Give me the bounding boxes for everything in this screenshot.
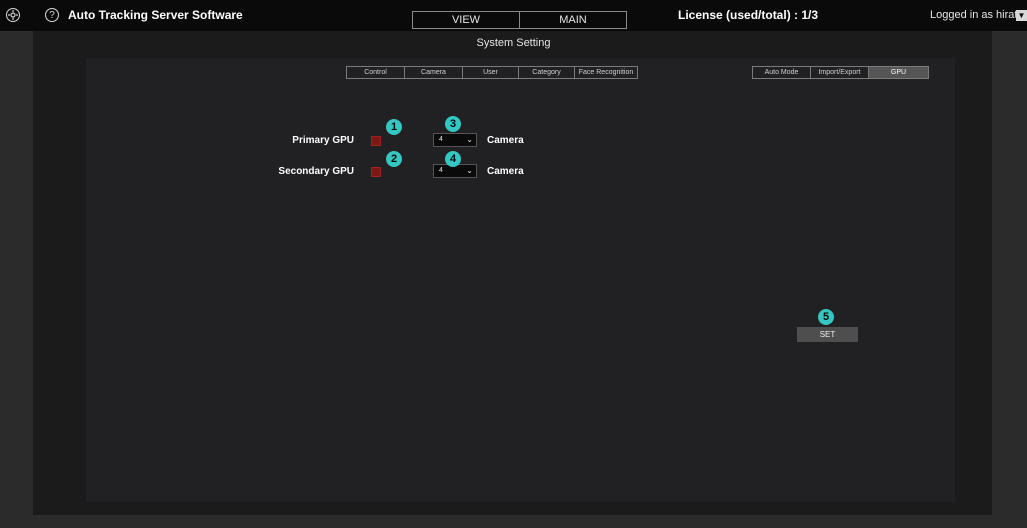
secondary-gpu-checkbox[interactable] [371,167,381,177]
primary-gpu-checkbox[interactable] [371,136,381,146]
chevron-down-icon: ⌄ [466,135,473,144]
primary-gpu-camera-select[interactable]: 4 ⌄ [433,133,477,147]
page-title: System Setting [476,37,551,49]
gear-glyph [8,10,18,20]
user-menu-dropdown-icon[interactable]: ▼ [1016,10,1027,21]
tab-view[interactable]: VIEW [413,12,519,28]
license-status: License (used/total) : 1/3 [678,8,819,22]
settings-panel [86,58,955,502]
settings-tabs-left: Control Camera User Category Face Recogn… [346,66,638,79]
tab-auto-mode[interactable]: Auto Mode [753,67,810,78]
settings-tabs-right: Auto Mode Import/Export GPU [752,66,929,79]
callout-badge-4: 4 [445,151,461,167]
primary-gpu-label: Primary GPU [292,135,354,146]
callout-badge-5: 5 [818,309,834,325]
main-nav-tabs: VIEW MAIN [412,11,627,29]
gear-icon[interactable] [6,8,20,22]
primary-gpu-camera-label: Camera [487,135,524,146]
callout-badge-1: 1 [386,119,402,135]
callout-badge-2: 2 [386,151,402,167]
tab-user[interactable]: User [462,67,518,78]
chevron-down-icon: ⌄ [466,166,473,175]
help-icon[interactable]: ? [45,8,59,22]
tab-gpu[interactable]: GPU [868,67,928,78]
tab-main[interactable]: MAIN [519,12,626,28]
callout-badge-3: 3 [445,116,461,132]
tab-category[interactable]: Category [518,67,574,78]
set-button[interactable]: SET [797,327,858,342]
tab-camera[interactable]: Camera [404,67,462,78]
help-icon-glyph: ? [49,9,55,21]
top-bar: ? Auto Tracking Server Software VIEW MAI… [0,0,1027,31]
secondary-gpu-camera-select-value: 4 [439,167,443,174]
secondary-gpu-camera-label: Camera [487,166,524,177]
logged-in-user: Logged in as hirata [930,9,1024,21]
tab-import-export[interactable]: Import/Export [810,67,868,78]
tab-face-recognition[interactable]: Face Recognition [574,67,637,78]
app-title: Auto Tracking Server Software [68,8,243,22]
tab-control[interactable]: Control [347,67,404,78]
primary-gpu-camera-select-value: 4 [439,136,443,143]
secondary-gpu-label: Secondary GPU [278,166,354,177]
